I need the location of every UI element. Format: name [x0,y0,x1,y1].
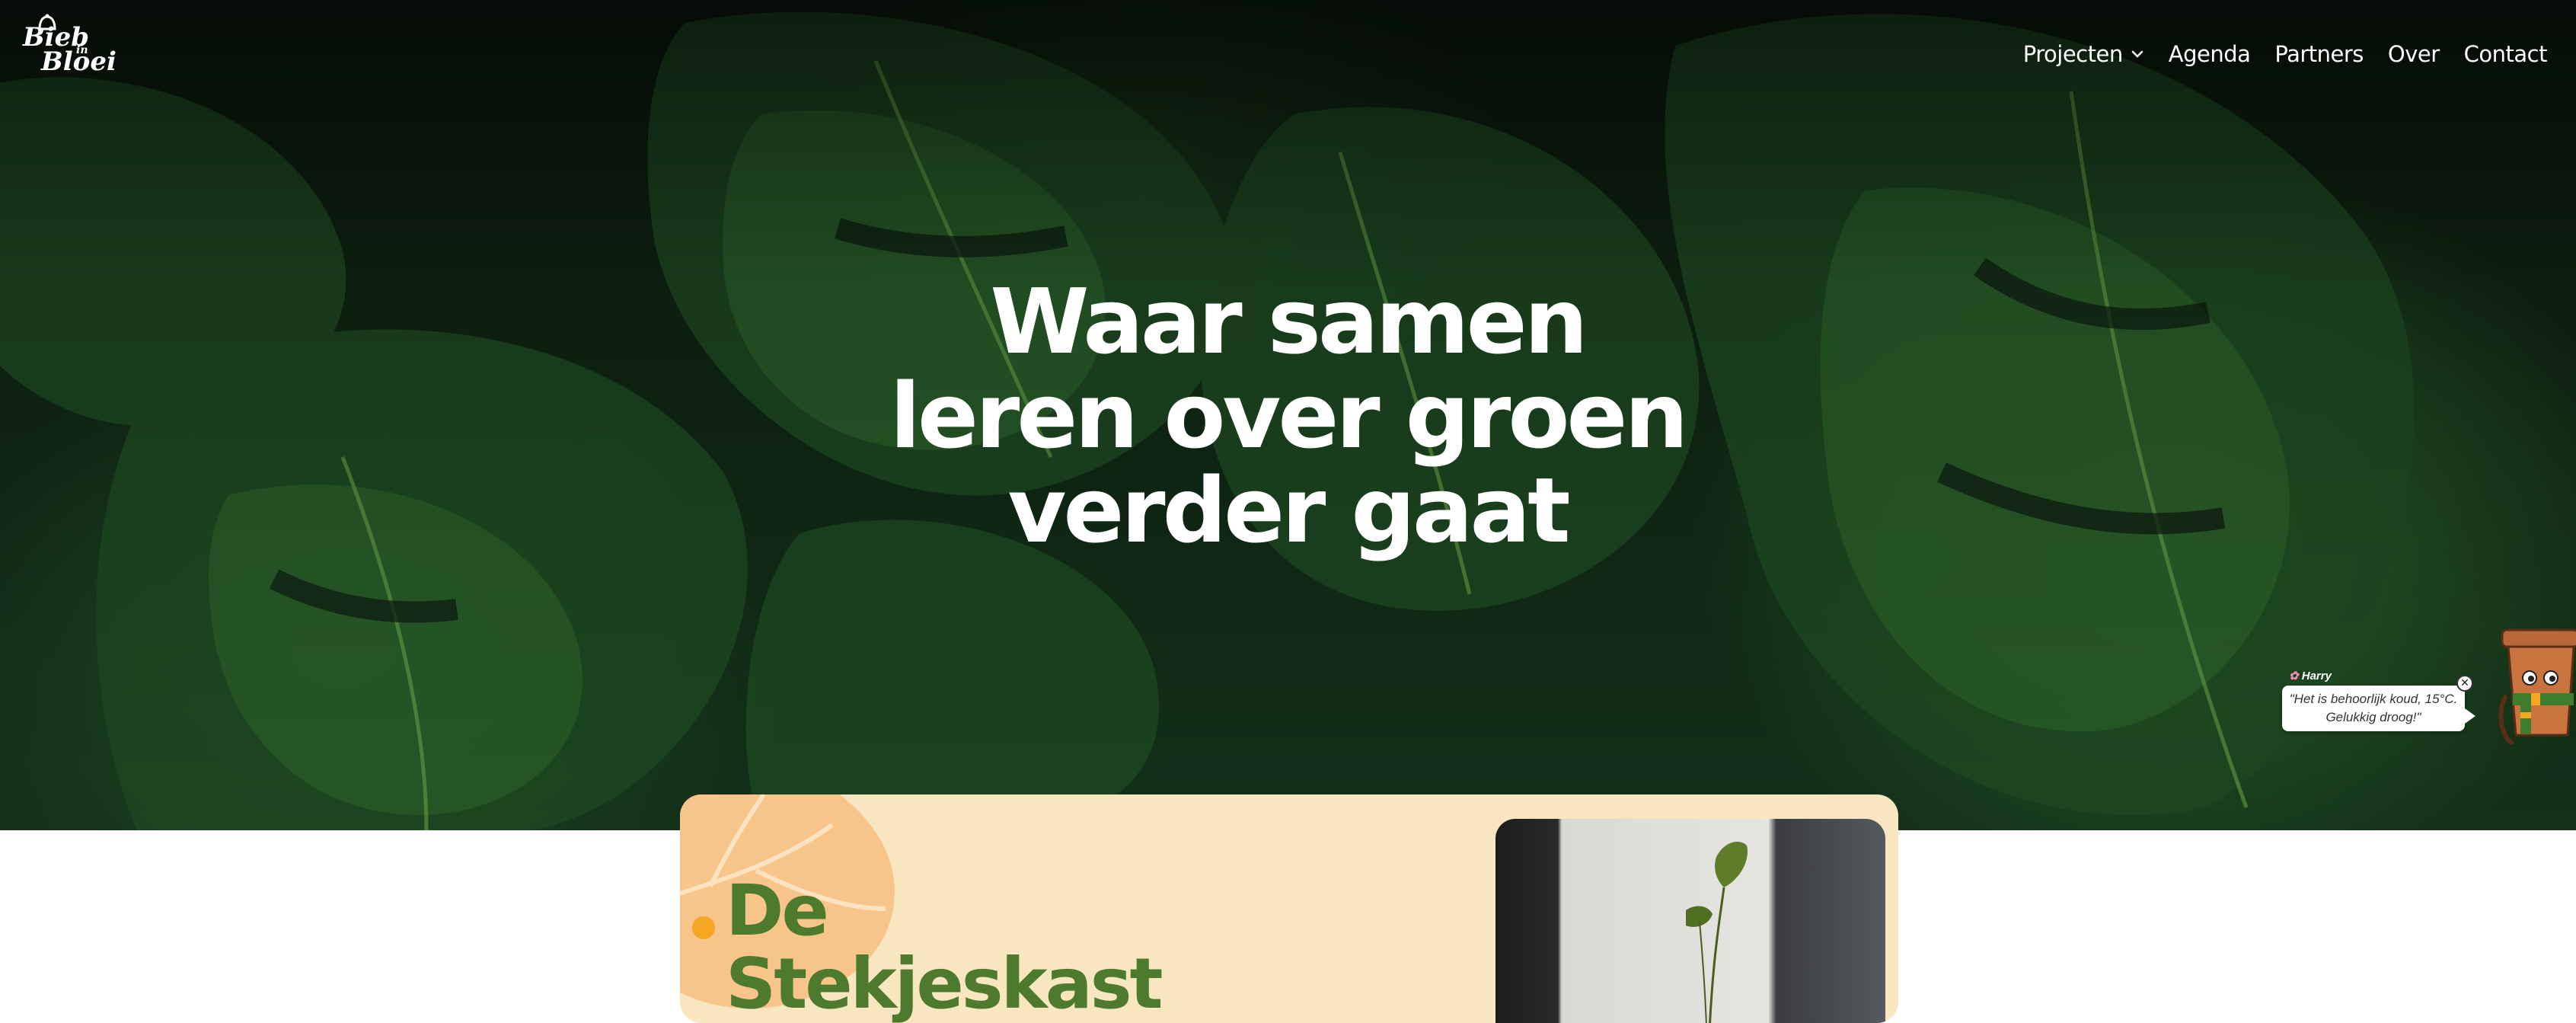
chat-sender-label: Harry [2301,670,2332,683]
nav-item-label: Partners [2274,41,2364,67]
chat-bubble: "Het is behoorlijk koud, 15°C. Gelukkig … [2282,686,2475,731]
nav-item-over[interactable]: Over [2388,41,2440,67]
project-card[interactable]: De Stekjeskast [680,794,1898,1023]
hero-headline-line: verder gaat [1007,458,1570,563]
monstera-plant-image [1686,842,1748,1023]
nav-item-projecten[interactable]: Projecten [2023,41,2144,67]
nav-item-label: Over [2387,41,2440,67]
chat-message-line: "Het is behoorlijk koud, 15°C. [2289,692,2458,706]
hero-headline-line: Waar samen [990,269,1588,374]
plant-pot-mascot[interactable] [2498,621,2576,766]
card-title: De Stekjeskast [726,870,1164,1023]
nav-item-label: Agenda [2168,41,2251,67]
flower-icon: ✿ [2289,670,2299,683]
hero-headline: Waar samen leren over groen verder gaat [831,274,1744,558]
logo-text-line2: Bloei [41,46,117,77]
card-photo [1495,819,1885,1023]
nav-item-label: Contact [2463,41,2548,67]
card-title-line: Stekjeskast [726,943,1164,1023]
chat-sender-name: ✿ Harry [2289,669,2332,683]
site-logo[interactable]: Bieb in Bloei [23,14,117,75]
chevron-down-icon [2131,50,2143,58]
bullet-dot [692,916,715,939]
hero-headline-line: leren over groen [889,363,1689,468]
chat-message-line: Gelukkig droog!" [2325,710,2421,724]
nav-item-label: Projecten [2022,41,2123,67]
close-icon[interactable]: ✕ [2456,675,2473,692]
nav-item-agenda[interactable]: Agenda [2169,41,2251,67]
card-title-line: De [726,870,829,951]
main-nav: Projecten Agenda Partners Over Contact [2023,41,2548,67]
hero-section: Bieb in Bloei Projecten Agenda Partners … [0,0,2576,830]
nav-item-partners[interactable]: Partners [2274,41,2364,67]
nav-item-contact[interactable]: Contact [2463,41,2548,67]
